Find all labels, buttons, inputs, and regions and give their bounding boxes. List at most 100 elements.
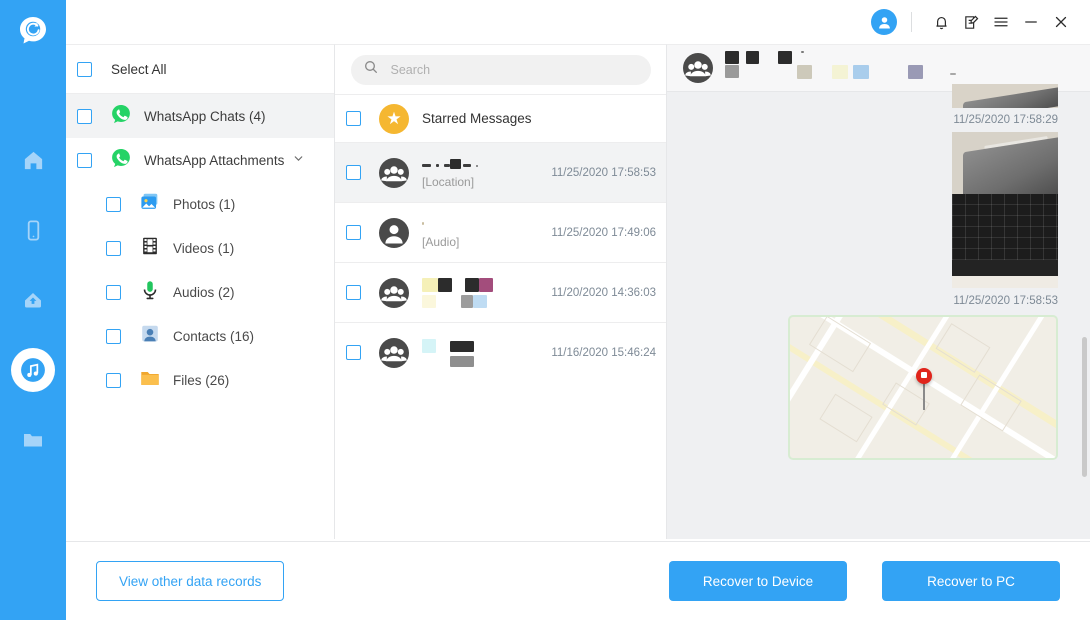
chat-item-name-redacted <box>422 277 551 292</box>
redaction-block <box>450 356 474 367</box>
sidebar-item-music[interactable] <box>11 348 55 392</box>
group-avatar-icon <box>379 157 409 188</box>
redaction-block <box>422 222 424 225</box>
chat-item-checkbox[interactable] <box>346 165 361 180</box>
chat-list-item[interactable]: 11/20/2020 14:36:03 <box>335 262 666 322</box>
chat-list-item[interactable]: [Audio] 11/25/2020 17:49:06 <box>335 202 666 262</box>
redaction-block <box>725 51 739 64</box>
recover-to-device-button[interactable]: Recover to Device <box>669 561 847 601</box>
chat-item-name-redacted <box>422 156 551 171</box>
files-icon <box>139 367 161 394</box>
starred-checkbox[interactable] <box>346 111 361 126</box>
tree-row-checkbox[interactable] <box>106 196 121 212</box>
tree-row-checkbox[interactable] <box>77 152 92 168</box>
hamburger-menu-icon[interactable] <box>986 7 1016 37</box>
chat-list-item[interactable]: [Location] 11/25/2020 17:58:53 <box>335 142 666 202</box>
select-all-checkbox[interactable] <box>77 61 92 77</box>
redaction-block <box>908 65 923 79</box>
tree-row-label: WhatsApp Chats (4) <box>144 108 266 124</box>
chat-item-checkbox[interactable] <box>346 285 361 300</box>
message-location[interactable] <box>667 315 1090 460</box>
view-other-data-records-button[interactable]: View other data records <box>96 561 285 601</box>
redaction-block <box>725 65 739 78</box>
bell-icon[interactable] <box>926 7 956 37</box>
tree-row-checkbox[interactable] <box>106 284 121 300</box>
videos-icon <box>139 235 161 262</box>
close-icon[interactable] <box>1046 7 1076 37</box>
tree-row-videos[interactable]: Videos (1) <box>66 226 334 270</box>
chat-item-timestamp: 11/16/2020 15:46:24 <box>551 346 656 359</box>
redaction-block <box>450 341 474 352</box>
sidebar-item-home[interactable] <box>11 138 55 182</box>
chevron-down-icon[interactable] <box>292 152 305 168</box>
chat-list-pane: Search ★ Starred Messages [Location] 11/2… <box>335 44 667 539</box>
redaction-block <box>473 295 487 308</box>
tree-row-label: Contacts (16) <box>173 328 255 344</box>
search-input[interactable]: Search <box>350 54 651 85</box>
chat-item-content <box>422 277 551 308</box>
starred-messages-row[interactable]: ★ Starred Messages <box>335 94 666 142</box>
tree-row-checkbox[interactable] <box>106 328 121 344</box>
tree-row-audios[interactable]: Audios (2) <box>66 270 334 314</box>
conversation-title-redacted <box>725 51 1090 85</box>
tree-row-contacts[interactable]: Contacts (16) <box>66 314 334 358</box>
tree-row-whatsapp[interactable]: WhatsApp Chats (4) <box>66 94 334 138</box>
minimize-icon[interactable] <box>1016 7 1046 37</box>
sidebar-item-folder[interactable] <box>11 418 55 462</box>
files-icon <box>139 369 161 391</box>
photos-icon <box>139 193 161 215</box>
chat-list-item[interactable]: 11/16/2020 15:46:24 <box>335 322 666 382</box>
conversation-messages: 11/25/2020 17:58:29 11/25/2020 17:58:53 <box>667 84 1090 539</box>
contacts-icon <box>139 323 161 350</box>
content-area: Select All WhatsApp Chats (4) WhatsApp At… <box>66 44 1090 620</box>
message-photo-partial[interactable] <box>667 84 1090 108</box>
redaction-block <box>463 164 471 167</box>
tree-row-whatsapp[interactable]: WhatsApp Attachments <box>66 138 334 182</box>
tree-row-checkbox[interactable] <box>106 240 121 256</box>
tree-row-checkbox[interactable] <box>77 108 92 124</box>
photo-thumbnail-icon <box>952 84 1058 108</box>
chat-item-preview: [Audio] <box>422 235 460 249</box>
starred-messages-label: Starred Messages <box>422 111 532 126</box>
redaction-block <box>450 158 461 169</box>
search-placeholder: Search <box>390 62 431 77</box>
whatsapp-icon <box>110 103 132 130</box>
message-timestamp: 11/25/2020 17:58:53 <box>953 295 1058 307</box>
chat-item-checkbox[interactable] <box>346 345 361 360</box>
group-avatar-icon <box>379 277 409 308</box>
sidebar-item-cloud[interactable] <box>11 278 55 322</box>
tree-row-photos[interactable]: Photos (1) <box>66 182 334 226</box>
titlebar-divider <box>911 12 912 32</box>
whatsapp-icon <box>110 103 132 130</box>
tree-row-checkbox[interactable] <box>106 372 121 388</box>
videos-icon <box>139 237 161 259</box>
footer-actions: View other data records Recover to Devic… <box>66 541 1090 620</box>
keyboard-photo-icon <box>952 132 1058 288</box>
left-nav-rail <box>0 0 66 620</box>
tree-row-label: Audios (2) <box>173 284 235 300</box>
tree-row-label: Videos (1) <box>173 240 235 256</box>
message-photo[interactable] <box>667 132 1090 288</box>
conversation-scrollbar[interactable] <box>1082 337 1087 477</box>
data-type-tree: Select All WhatsApp Chats (4) WhatsApp At… <box>66 44 335 539</box>
group-avatar-icon <box>379 337 409 368</box>
tree-row-files[interactable]: Files (26) <box>66 358 334 402</box>
chat-item-checkbox[interactable] <box>346 225 361 240</box>
tree-row-label: Files (26) <box>173 372 230 388</box>
group-avatar-icon <box>379 337 409 372</box>
select-all-row[interactable]: Select All <box>66 45 334 94</box>
chat-item-content: [Location] <box>422 156 551 189</box>
search-area: Search <box>335 45 666 94</box>
whatsapp-icon <box>110 147 132 174</box>
conversation-pane: 11/25/2020 17:58:29 11/25/2020 17:58:53 <box>667 44 1090 539</box>
tree-row-label: Photos (1) <box>173 196 236 212</box>
chat-item-preview: [Location] <box>422 175 475 189</box>
star-icon: ★ <box>379 103 409 134</box>
sidebar-item-device[interactable] <box>11 208 55 252</box>
recover-to-pc-button[interactable]: Recover to PC <box>882 561 1060 601</box>
redaction-block <box>422 277 438 292</box>
group-avatar-icon <box>683 53 713 83</box>
location-map-icon <box>788 315 1058 460</box>
edit-note-icon[interactable] <box>956 7 986 37</box>
user-avatar-icon[interactable] <box>871 9 897 35</box>
